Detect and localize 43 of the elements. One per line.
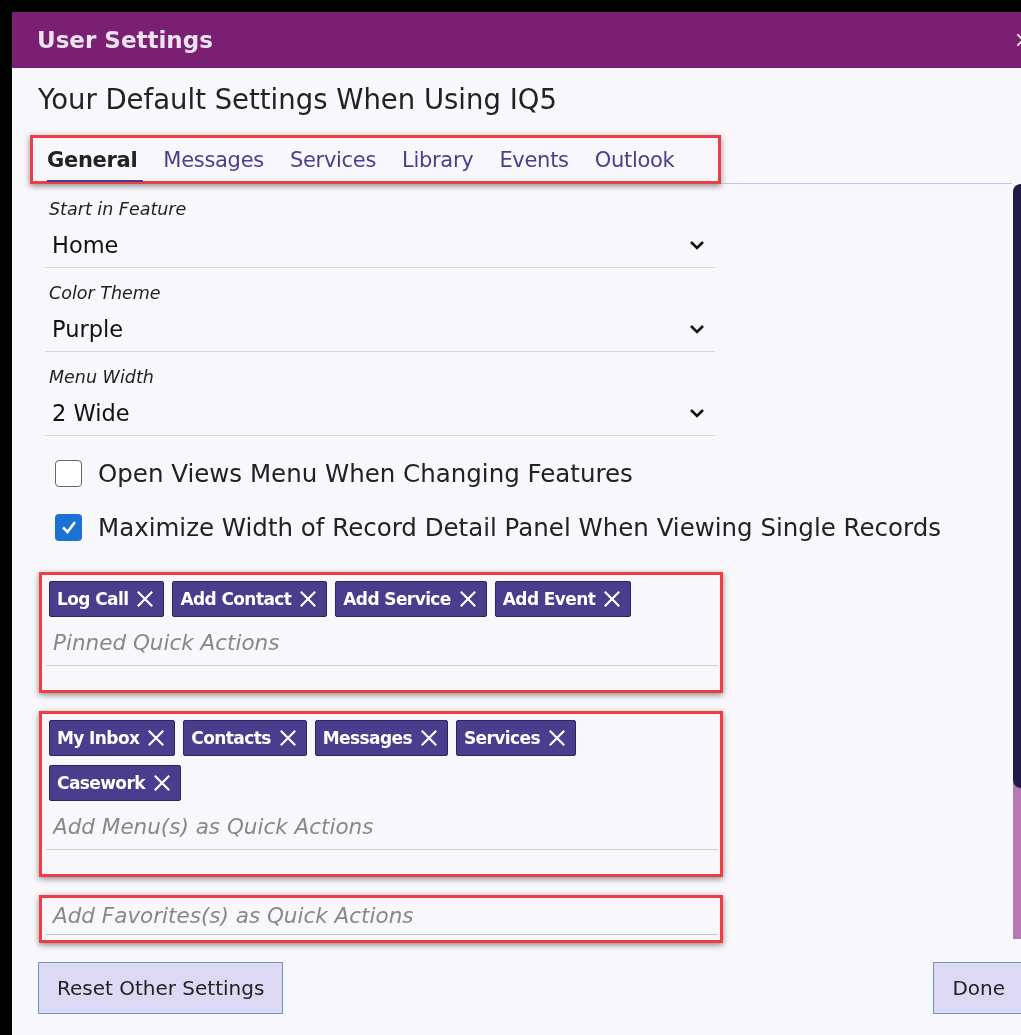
tag-chip[interactable]: Add Contact	[172, 581, 328, 617]
close-icon[interactable]	[136, 590, 155, 608]
tab[interactable]: Services	[289, 141, 389, 179]
dropdown[interactable]: Purple	[45, 306, 715, 352]
close-icon[interactable]	[603, 590, 622, 608]
close-icon[interactable]	[152, 774, 171, 792]
dropdown[interactable]: 2 Wide	[45, 390, 715, 436]
checkbox-label: Maximize Width of Record Detail Panel When Viewing Single Records	[98, 512, 941, 542]
checkbox[interactable]	[55, 513, 82, 541]
tag-chip[interactable]: Messages	[314, 720, 448, 756]
tab[interactable]: Library	[402, 141, 486, 179]
close-icon[interactable]	[547, 729, 566, 747]
tag-input-field[interactable]: Log Call Add Contact Add Service Add Event Pinned Quick Actions	[46, 575, 718, 666]
button[interactable]: Done	[933, 962, 1021, 1014]
tab[interactable]: Events	[499, 141, 581, 179]
chevron-icon	[689, 323, 705, 334]
checkbox-label: Open Views Menu When Changing Features	[98, 458, 633, 488]
placeholder-text: Add Favorites(s) as Quick Actions	[51, 902, 415, 930]
close-icon[interactable]	[299, 590, 318, 608]
field-label: Color Theme	[48, 282, 162, 305]
field-label: Menu Width	[48, 366, 155, 389]
tab[interactable]: General	[47, 141, 144, 182]
tab[interactable]: Outlook	[594, 141, 687, 179]
tag-chip[interactable]: Add Service	[335, 581, 487, 617]
dropdown[interactable]: Home	[45, 222, 715, 268]
chevron-icon	[689, 407, 705, 418]
checkbox[interactable]	[55, 459, 82, 487]
heading: Your Default Settings When Using IQ5	[37, 82, 558, 117]
tab[interactable]: Messages	[163, 141, 276, 179]
close-icon[interactable]	[458, 590, 477, 608]
button[interactable]: Reset Other Settings	[38, 962, 284, 1014]
field-label: Start in Feature	[48, 198, 188, 221]
tag-chip[interactable]: Contacts	[183, 720, 307, 756]
tag-chip[interactable]: Add Event	[494, 581, 632, 617]
close-icon[interactable]	[278, 729, 297, 747]
close-icon[interactable]	[419, 729, 438, 747]
tag-chip[interactable]: Services	[455, 720, 576, 756]
tag-chip[interactable]: Log Call	[49, 581, 165, 617]
chevron-icon	[689, 239, 705, 250]
window-title: User Settings	[37, 27, 213, 53]
tag-chip[interactable]: My Inbox	[49, 720, 176, 756]
close-icon[interactable]	[147, 729, 166, 747]
tag-chip[interactable]: Casework	[49, 765, 181, 801]
